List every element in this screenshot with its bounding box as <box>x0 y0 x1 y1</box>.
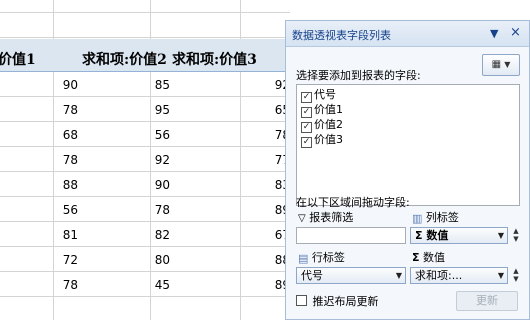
defer-label: 推迟布局更新 <box>312 295 379 308</box>
sheet-row[interactable] <box>0 13 290 38</box>
close-icon[interactable]: × <box>510 25 521 40</box>
table-cell[interactable]: 80 <box>90 253 170 267</box>
table-row[interactable]: 90 85 92 <box>0 72 290 97</box>
table-cell[interactable]: 65 <box>210 103 290 117</box>
header-cell[interactable]: 求和项:价值3 <box>172 49 257 69</box>
table-cell[interactable]: 68 <box>0 128 78 142</box>
row-value-pill[interactable]: 代号 ▼ <box>296 267 406 284</box>
table-cell[interactable]: 92 <box>90 153 170 167</box>
choose-fields-label: 选择要添加到报表的字段: <box>296 69 421 82</box>
table-cell[interactable]: 92 <box>210 78 290 92</box>
sigma-icon: Σ <box>412 251 420 264</box>
sheet-row[interactable] <box>0 0 290 13</box>
table-cell[interactable]: 82 <box>90 228 170 242</box>
chevron-down-icon: ▼ <box>504 60 511 69</box>
field-label: 代号 <box>314 88 336 101</box>
drag-areas-label: 在以下区域间拖动字段: <box>296 196 410 209</box>
chevron-down-icon[interactable]: ▼ <box>498 268 504 283</box>
update-button[interactable]: 更新 <box>456 291 518 311</box>
column-value-label: Σ 数值 <box>415 229 449 242</box>
checkbox-checked-icon[interactable]: ✓ <box>301 122 312 133</box>
values-header: Σ 数值 <box>412 249 445 265</box>
pivot-header-row[interactable]: 价值1 求和项:价值2 求和项:价值3 <box>0 39 290 72</box>
table-cell[interactable]: 67 <box>210 228 290 242</box>
chevron-down-icon[interactable]: ▼ <box>498 228 504 243</box>
table-row[interactable]: 81 82 67 <box>0 222 290 247</box>
table-cell[interactable]: 78 <box>210 128 290 142</box>
table-cell[interactable]: 56 <box>90 128 170 142</box>
field-label: 价值1 <box>314 103 343 116</box>
row-value-label: 代号 <box>301 269 323 282</box>
checkbox-checked-icon[interactable]: ✓ <box>301 92 312 103</box>
defer-checkbox[interactable] <box>296 295 307 306</box>
field-list[interactable]: ✓ 代号 ✓ 价值1 ✓ 价值2 ✓ 价值3 <box>296 84 520 206</box>
row-labels-label: 行标签 <box>311 251 345 264</box>
header-cell[interactable]: 价值1 <box>0 49 36 69</box>
table-cell[interactable]: 89 <box>210 278 290 292</box>
value-field-pill[interactable]: 求和项:... ▼ <box>410 267 508 284</box>
values-label: 数值 <box>423 251 446 264</box>
column-labels-header: ▥ 列标签 <box>412 209 459 225</box>
table-cell[interactable]: 72 <box>0 253 78 267</box>
report-filter-header: ▽ 报表筛选 <box>298 209 353 225</box>
pivot-field-list-panel: 数据透视表字段列表 ▼ × 选择要添加到报表的字段: ▦ ▼ ✓ 代号 ✓ 价值1 … <box>285 20 530 320</box>
field-layout-button[interactable]: ▦ ▼ <box>482 54 520 76</box>
field-item-value1[interactable]: ✓ 价值1 <box>301 103 343 118</box>
table-cell[interactable]: 88 <box>0 178 78 192</box>
table-cell[interactable]: 89 <box>210 203 290 217</box>
table-row[interactable]: 78 45 89 <box>0 272 290 297</box>
table-cell[interactable]: 78 <box>0 278 78 292</box>
value-field-label: 求和项:... <box>415 269 463 282</box>
report-filter-label: 报表筛选 <box>309 211 354 224</box>
field-item-value2[interactable]: ✓ 价值2 <box>301 118 343 133</box>
table-cell[interactable]: 88 <box>210 253 290 267</box>
row-labels-header: ▤ 行标签 <box>298 249 345 265</box>
table-cell[interactable]: 77 <box>210 153 290 167</box>
table-row[interactable]: 78 95 65 <box>0 97 290 122</box>
table-cell[interactable]: 56 <box>0 203 78 217</box>
report-filter-zone[interactable] <box>296 227 406 244</box>
field-label: 价值2 <box>314 118 343 131</box>
table-row[interactable]: 72 80 88 <box>0 247 290 272</box>
panel-title: 数据透视表字段列表 <box>292 29 391 42</box>
layout-icon: ▦ <box>491 59 502 70</box>
table-cell[interactable]: 90 <box>90 178 170 192</box>
table-cell[interactable]: 78 <box>0 103 78 117</box>
field-item-value3[interactable]: ✓ 价值3 <box>301 133 343 148</box>
defer-layout-update[interactable]: 推迟布局更新 <box>296 293 379 309</box>
column-reorder-icon[interactable]: ▲ ▼ <box>511 227 521 244</box>
field-item-daihao[interactable]: ✓ 代号 <box>301 88 336 103</box>
table-row[interactable]: 78 92 77 <box>0 147 290 172</box>
table-cell[interactable]: 85 <box>90 78 170 92</box>
table-cell[interactable]: 95 <box>90 103 170 117</box>
table-row[interactable]: 88 90 83 <box>0 172 290 197</box>
panel-title-bar: 数据透视表字段列表 ▼ × <box>286 21 529 47</box>
panel-dropdown-icon[interactable]: ▼ <box>490 27 498 40</box>
checkbox-checked-icon[interactable]: ✓ <box>301 137 312 148</box>
row-labels-icon: ▤ <box>298 251 309 265</box>
table-row[interactable]: 68 56 78 <box>0 122 290 147</box>
table-cell[interactable]: 78 <box>90 203 170 217</box>
chevron-down-icon[interactable]: ▼ <box>396 268 402 283</box>
filter-icon: ▽ <box>298 212 306 224</box>
checkbox-checked-icon[interactable]: ✓ <box>301 107 312 118</box>
column-labels-icon: ▥ <box>412 211 423 225</box>
column-labels-label: 列标签 <box>425 211 459 224</box>
column-value-pill[interactable]: Σ 数值 ▼ <box>410 227 508 244</box>
header-cell[interactable]: 求和项:价值2 <box>82 49 167 69</box>
table-row[interactable]: 56 78 89 <box>0 197 290 222</box>
table-cell[interactable]: 45 <box>90 278 170 292</box>
table-cell[interactable]: 78 <box>0 153 78 167</box>
value-reorder-icon[interactable]: ▲ ▼ <box>511 267 521 284</box>
table-cell[interactable]: 81 <box>0 228 78 242</box>
field-label: 价值3 <box>314 133 343 146</box>
table-cell[interactable]: 83 <box>210 178 290 192</box>
table-cell[interactable]: 90 <box>0 78 78 92</box>
